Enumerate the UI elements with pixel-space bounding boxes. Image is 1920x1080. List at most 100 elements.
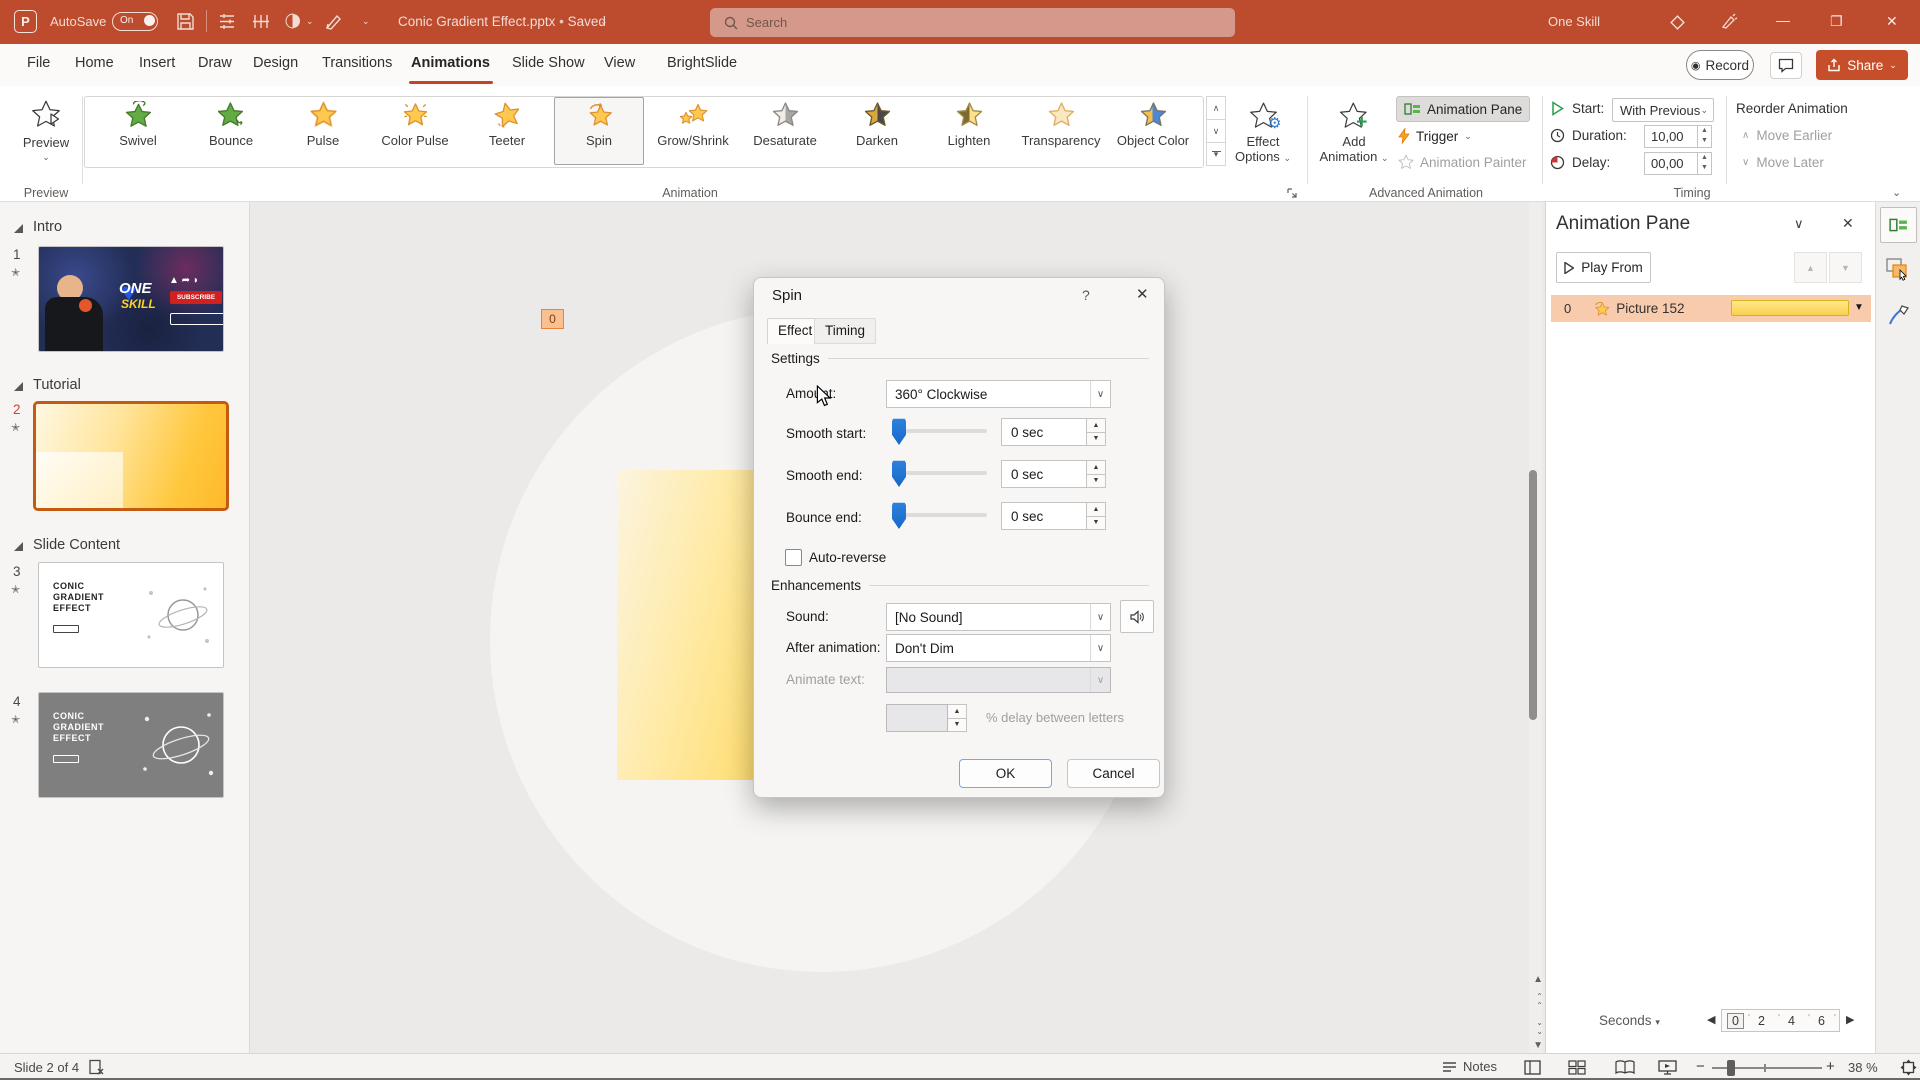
dialog-launcher-icon[interactable] (1286, 187, 1298, 199)
gallery-item-darken[interactable]: Darken (832, 98, 922, 166)
auto-reverse-checkbox[interactable] (785, 549, 802, 566)
powerpoint-app-icon[interactable]: P (14, 10, 37, 33)
share-button[interactable]: Share ⌄ (1816, 50, 1908, 80)
play-from-button[interactable]: Play From (1556, 252, 1651, 283)
minimize-icon[interactable]: — (1776, 12, 1790, 28)
reorder-up-button[interactable]: ▲ (1794, 252, 1827, 283)
diamond-icon[interactable] (1668, 13, 1686, 31)
move-earlier-button[interactable]: ∧Move Earlier (1742, 128, 1832, 143)
gallery-item-swivel[interactable]: Swivel (93, 98, 183, 166)
animation-order-badge[interactable]: 0 (541, 309, 564, 329)
tab-view[interactable]: View (604, 55, 635, 71)
reorder-down-button[interactable]: ▼ (1829, 252, 1862, 283)
spin-up-icon[interactable]: ▲ (1087, 502, 1106, 517)
gallery-item-lighten[interactable]: Lighten (924, 98, 1014, 166)
dialog-close-icon[interactable]: ✕ (1136, 285, 1149, 303)
bounce-end-slider-thumb[interactable] (892, 502, 906, 529)
spin-down-icon[interactable]: ▼ (1087, 517, 1106, 531)
animation-pane-toggle-button[interactable] (1880, 207, 1917, 243)
gallery-item-grow-shrink[interactable]: Grow/Shrink (648, 98, 738, 166)
spin-up-icon[interactable]: ▲ (1698, 126, 1711, 136)
slide-thumbnail-3[interactable]: CONIC GRADIENT EFFECT (38, 562, 224, 668)
slide-thumbnail-4[interactable]: CONIC GRADIENT EFFECT (38, 692, 224, 798)
spin-up-icon[interactable]: ▲ (1698, 153, 1711, 163)
tab-brightslide[interactable]: BrightSlide (667, 55, 737, 71)
more-commands-icon[interactable]: ⌄ (362, 16, 370, 27)
smooth-start-slider[interactable] (892, 429, 987, 433)
smooth-end-slider[interactable] (892, 471, 987, 475)
timeline-scroll-right-icon[interactable]: ▶ (1846, 1013, 1854, 1026)
tab-file[interactable]: File (27, 55, 50, 71)
gallery-item-spin-selected[interactable]: Spin (554, 97, 644, 165)
notes-button[interactable]: Notes (1442, 1059, 1497, 1074)
autosave-toggle[interactable]: On (112, 12, 158, 31)
save-icon[interactable] (176, 12, 195, 31)
section-title-intro[interactable]: Intro (33, 219, 62, 235)
section-collapse-icon[interactable] (14, 542, 23, 551)
item-timeline-bar[interactable] (1731, 300, 1849, 316)
spell-check-icon[interactable] (88, 1059, 105, 1076)
slide-thumbnail-2-selected[interactable] (33, 401, 229, 511)
tab-design[interactable]: Design (253, 55, 298, 71)
pane-collapse-icon[interactable]: ∨ (1794, 216, 1804, 232)
trigger-button[interactable]: Trigger ⌄ (1398, 128, 1472, 144)
after-animation-select[interactable]: Don't Dim∨ (886, 634, 1111, 662)
seconds-dropdown[interactable]: Seconds ▾ (1599, 1013, 1660, 1028)
move-later-button[interactable]: ∨Move Later (1742, 155, 1824, 170)
fit-to-window-icon[interactable] (1900, 1059, 1917, 1076)
gallery-scroll-down[interactable]: ∨ (1206, 119, 1226, 143)
section-title-slide-content[interactable]: Slide Content (33, 537, 120, 553)
presenter-coach-icon[interactable] (1720, 13, 1738, 31)
smooth-end-stepper[interactable]: 0 sec ▲▼ (1001, 460, 1106, 488)
timeline-scale[interactable]: 0 ' 2 ' 4 ' 6 ' (1721, 1009, 1840, 1032)
document-title[interactable]: Conic Gradient Effect.pptx • Saved (398, 14, 606, 29)
effect-options-button[interactable]: ⚙ Effect Options ⌄ (1228, 98, 1298, 166)
timeline-scroll-left-icon[interactable]: ◀ (1707, 1013, 1715, 1026)
preview-button[interactable]: Preview ⌄ (14, 96, 78, 182)
spin-down-icon[interactable]: ▼ (1087, 475, 1106, 489)
zoom-slider-thumb[interactable] (1727, 1060, 1735, 1076)
smooth-start-slider-thumb[interactable] (892, 418, 906, 445)
tab-insert[interactable]: Insert (139, 55, 175, 71)
spin-up-icon[interactable]: ▲ (1087, 418, 1106, 433)
gallery-more-button[interactable]: ▾ (1206, 142, 1226, 166)
tab-timing[interactable]: Timing (814, 318, 876, 344)
reading-view-icon[interactable] (1615, 1060, 1635, 1075)
shape-fill-icon[interactable] (284, 12, 303, 31)
scroll-up-icon[interactable]: ▲ (1533, 974, 1543, 985)
tab-slide-show[interactable]: Slide Show (512, 55, 585, 71)
scrollbar-thumb[interactable] (1529, 470, 1537, 720)
gallery-item-desaturate[interactable]: Desaturate (740, 98, 830, 166)
section-title-tutorial[interactable]: Tutorial (33, 377, 81, 393)
tab-home[interactable]: Home (75, 55, 114, 71)
pane-close-icon[interactable]: ✕ (1842, 215, 1854, 232)
amount-select[interactable]: 360° Clockwise∨ (886, 380, 1111, 408)
animation-indicator-icon[interactable]: ✭ (11, 713, 20, 726)
zoom-out-icon[interactable]: − (1696, 1058, 1705, 1075)
user-name[interactable]: One Skill (1548, 14, 1600, 29)
zoom-in-icon[interactable]: + (1826, 1058, 1835, 1075)
gallery-item-pulse[interactable]: Pulse (278, 98, 368, 166)
start-select[interactable]: With Previous ⌄ (1612, 98, 1714, 122)
previous-slide-icon[interactable]: ⌃⌃ (1536, 992, 1543, 1010)
delay-stepper[interactable]: 00,00 ▲▼ (1644, 152, 1712, 175)
normal-view-icon[interactable] (1524, 1060, 1541, 1075)
tab-transitions[interactable]: Transitions (322, 55, 392, 71)
spin-up-icon[interactable]: ▲ (1087, 460, 1106, 475)
gallery-scroll-up[interactable]: ∧ (1206, 96, 1226, 120)
section-collapse-icon[interactable] (14, 382, 23, 391)
gallery-item-color-pulse[interactable]: Color Pulse (370, 98, 460, 166)
bounce-end-stepper[interactable]: 0 sec ▲▼ (1001, 502, 1106, 530)
format-painter-button[interactable] (1884, 302, 1914, 332)
slide-indicator[interactable]: Slide 2 of 4 (14, 1060, 79, 1075)
animation-pane-button[interactable]: Animation Pane (1396, 96, 1530, 122)
auto-reverse-label[interactable]: Auto-reverse (809, 550, 886, 565)
animation-item-picture-152[interactable]: 0 Picture 152 ▼ (1551, 295, 1871, 322)
distribute-objects-icon[interactable] (252, 13, 270, 30)
spin-down-icon[interactable]: ▼ (1087, 433, 1106, 447)
selection-pane-button[interactable] (1884, 256, 1914, 286)
smooth-start-stepper[interactable]: 0 sec ▲▼ (1001, 418, 1106, 446)
title-chevron-icon[interactable]: ⌄ (600, 16, 608, 27)
comments-button[interactable] (1770, 52, 1802, 79)
chevron-down-icon[interactable]: ⌄ (306, 16, 314, 27)
